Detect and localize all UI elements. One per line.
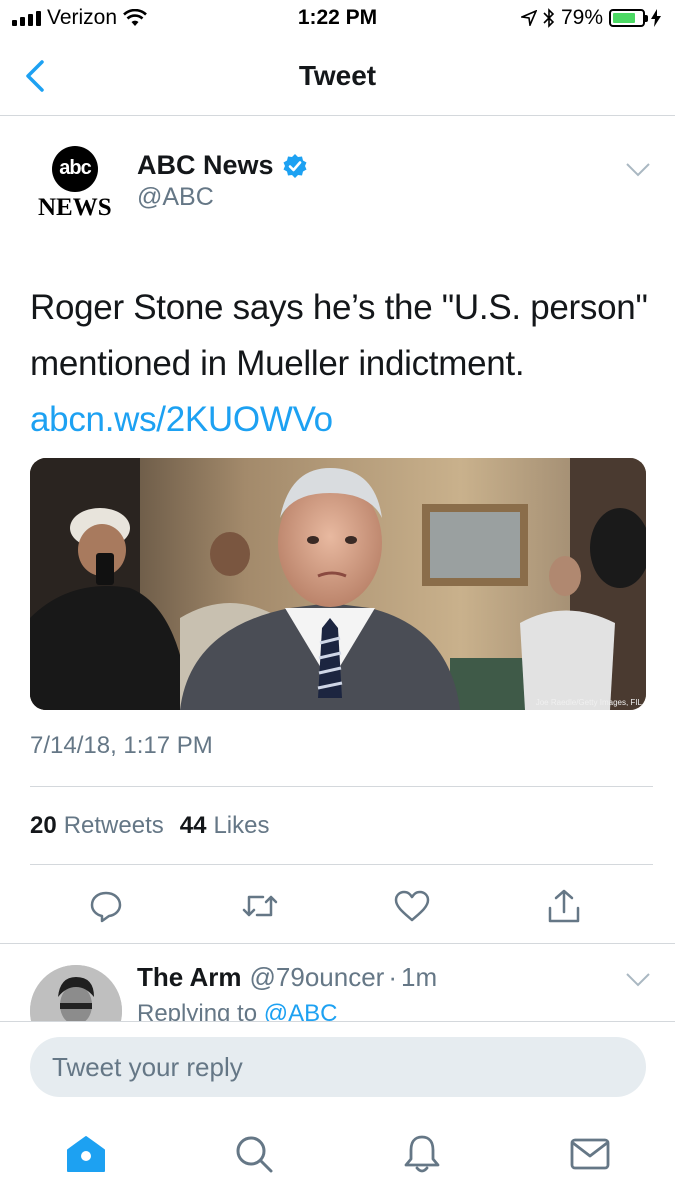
tab-messages[interactable] [568, 1132, 612, 1176]
battery-percent: 79% [560, 6, 603, 29]
retweet-icon [242, 895, 278, 917]
reply-separator: · [388, 962, 397, 992]
like-button[interactable] [390, 884, 434, 928]
messages-icon [570, 1138, 610, 1170]
page-title: Tweet [298, 60, 377, 91]
charging-bolt-icon [651, 9, 661, 27]
home-icon [67, 1136, 105, 1172]
reply-button[interactable] [84, 884, 128, 928]
location-arrow-icon [520, 10, 537, 26]
share-button[interactable] [542, 884, 586, 928]
reply-input-placeholder: Tweet your reply [52, 1052, 243, 1082]
author-name-text: ABC News [137, 150, 274, 180]
nav-bar: Tweet [0, 38, 675, 116]
author-name[interactable]: ABC News [137, 150, 308, 181]
status-right: 79% [520, 6, 661, 30]
photo-illustration [30, 458, 646, 710]
tweet-link[interactable]: abcn.ws/2KUOWVo [30, 400, 333, 439]
divider [0, 943, 675, 944]
bluetooth-icon [543, 8, 555, 28]
status-bar: Verizon 1:22 PM 79% [0, 0, 675, 38]
retweets-count: 20 [30, 812, 57, 839]
reply-header: The Arm @79ouncer · 1m [137, 962, 437, 993]
retweets-label: Retweets [63, 812, 164, 839]
like-icon [394, 890, 430, 922]
retweet-button[interactable] [238, 884, 282, 928]
abc-logo: abc [52, 146, 98, 192]
likes-label: Likes [213, 812, 270, 839]
tweet-photo[interactable]: Joe Raedle/Getty Images, FIL [30, 458, 646, 710]
search-icon [236, 1136, 273, 1173]
share-icon [548, 889, 580, 923]
tweet-actions [0, 884, 675, 928]
likes-stat[interactable]: 44 Likes [180, 812, 270, 840]
author-avatar[interactable]: abc NEWS [38, 146, 116, 221]
divider [30, 786, 653, 787]
reply-time: 1m [400, 962, 438, 992]
reply-icon [90, 891, 122, 923]
abc-news-wordmark: NEWS [38, 194, 112, 221]
chevron-down-icon[interactable] [625, 972, 651, 988]
author-handle: @ABC [137, 183, 214, 211]
tab-bar [0, 1112, 675, 1200]
tab-search[interactable] [232, 1132, 276, 1176]
tab-notifications[interactable] [400, 1132, 444, 1176]
tweet-timestamp: 7/14/18, 1:17 PM [30, 732, 213, 759]
chevron-down-icon[interactable] [625, 162, 651, 178]
tweet-stats: 20 Retweets 44 Likes [30, 812, 275, 840]
photo-credit: Joe Raedle/Getty Images, FIL [535, 698, 642, 707]
verified-badge-icon [283, 153, 307, 178]
reply-author-handle: @79ouncer [249, 962, 385, 992]
divider [30, 864, 653, 865]
retweets-stat[interactable]: 20 Retweets [30, 812, 164, 840]
tweet-text: Roger Stone says he’s the "U.S. person" … [30, 280, 650, 448]
battery-fill [613, 13, 636, 23]
battery-icon [609, 9, 648, 27]
tweet-body: Roger Stone says he’s the "U.S. person" … [30, 288, 648, 383]
tab-home[interactable] [64, 1132, 108, 1176]
likes-count: 44 [179, 812, 207, 839]
divider [0, 1021, 675, 1022]
notifications-icon [404, 1135, 440, 1173]
reply-input[interactable]: Tweet your reply [30, 1037, 646, 1097]
reply-author-name[interactable]: The Arm [137, 962, 242, 993]
